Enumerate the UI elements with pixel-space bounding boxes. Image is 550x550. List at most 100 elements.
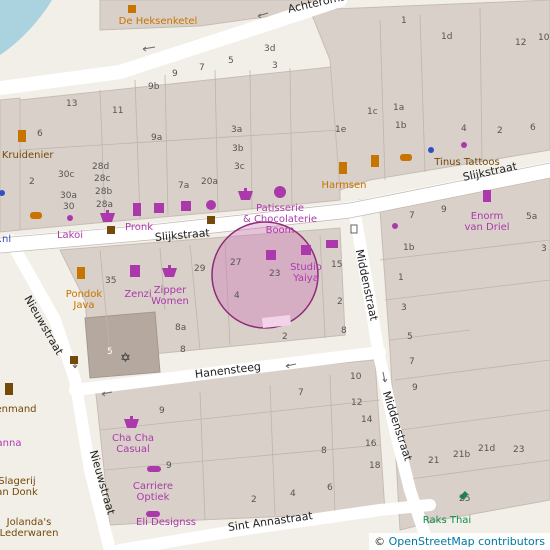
house-number: 28d xyxy=(92,162,110,172)
house-number: 6 xyxy=(530,123,536,133)
star-of-david-icon: ✡ xyxy=(120,351,131,366)
restaurant-icon xyxy=(128,5,136,13)
poi-label-carriere-optiek[interactable]: Carriere Optiek xyxy=(133,481,173,503)
shop-icon-brown xyxy=(5,383,13,395)
house-number: 4 xyxy=(290,489,296,499)
house-number: 30 xyxy=(63,202,75,212)
house-number: 21d xyxy=(478,444,496,454)
poi-label-de-heksenketel[interactable]: De Heksenketel xyxy=(119,16,198,27)
house-number: 3 xyxy=(401,303,407,313)
poi-label-enmand[interactable]: enmand xyxy=(0,404,37,415)
poi-label-harmsen[interactable]: Harmsen xyxy=(321,180,366,191)
poi-label-anna[interactable]: anna xyxy=(0,438,21,449)
parking-icon xyxy=(107,226,115,234)
house-number: 21 xyxy=(428,456,440,466)
house-number: 14 xyxy=(361,415,373,425)
poi-label-eli-designss[interactable]: Eli Designss xyxy=(136,517,196,528)
poi-label-patisserie[interactable]: Patisserie & Chocolaterie Boom xyxy=(243,203,317,236)
restaurant-icon-2 xyxy=(339,162,347,174)
house-number: 9a xyxy=(151,133,163,143)
info-icon xyxy=(428,147,434,153)
house-number: 6 xyxy=(37,129,43,139)
shoes-icon xyxy=(154,203,164,213)
house-number: 11 xyxy=(112,106,124,116)
house-number: 28a xyxy=(96,200,113,210)
poi-label-zipper-women[interactable]: Zipper Women xyxy=(151,285,189,307)
house-number: 5 xyxy=(407,332,413,342)
house-number: 35 xyxy=(105,276,117,286)
house-number: 9b xyxy=(148,82,160,92)
variety-store-icon xyxy=(483,190,491,202)
house-number: 1 xyxy=(401,16,407,26)
house-number: 15 xyxy=(331,260,343,270)
parking-icon-2 xyxy=(207,216,215,224)
house-number: 28b xyxy=(95,187,113,197)
house-number: 1c xyxy=(367,107,378,117)
poi-label-nl[interactable]: .nl xyxy=(0,234,11,245)
house-number: 1b xyxy=(395,121,407,131)
house-number: 3 xyxy=(541,244,547,254)
shoes-icon-2 xyxy=(181,201,191,211)
house-number: 9 xyxy=(159,406,165,416)
poi-label-jolandas[interactable]: Jolanda's Lederwaren xyxy=(0,517,58,539)
poi-label-cha-cha-casual[interactable]: Cha Cha Casual xyxy=(112,433,154,455)
house-number: 6 xyxy=(327,483,333,493)
attribution-link[interactable]: OpenStreetMap contributors xyxy=(389,535,545,548)
poi-label-studio-yaiya[interactable]: Studio Yaiya xyxy=(290,262,322,284)
poi-label-tinus-tattoos[interactable]: Tinus Tattoos xyxy=(434,157,500,168)
house-number: 1d xyxy=(441,32,453,42)
house-number: 9 xyxy=(172,69,178,79)
house-number: 4 xyxy=(461,124,467,134)
confectionery-icon xyxy=(274,186,286,198)
fastfood-icon-2 xyxy=(400,154,412,161)
house-number: 25 xyxy=(459,494,471,504)
house-number: 12 xyxy=(351,398,363,408)
water-area xyxy=(0,0,52,55)
poi-label-zenzi[interactable]: Zenzi xyxy=(124,289,151,300)
house-number: 7 xyxy=(409,357,415,367)
house-number: 5a xyxy=(526,212,538,222)
poi-label-pondok-java[interactable]: Pondok Java xyxy=(66,289,102,311)
poi-label-pronk[interactable]: Pronk xyxy=(125,222,153,233)
shop-icon xyxy=(67,215,73,221)
house-number: 9 xyxy=(412,383,418,393)
poi-label-enorm-van-driel[interactable]: Enorm van Driel xyxy=(464,211,509,233)
synagogue-building xyxy=(84,311,161,379)
restaurant-icon-5 xyxy=(77,267,85,279)
house-number: 8 xyxy=(321,446,327,456)
house-number: 3c xyxy=(234,162,245,172)
house-number: 16 xyxy=(365,439,377,449)
poi-label-slagerij[interactable]: Slagerij an Donk xyxy=(0,476,38,498)
house-number: 13 xyxy=(66,99,78,109)
restaurant-icon-3 xyxy=(371,155,379,167)
house-number: 1a xyxy=(393,103,405,113)
house-number: 8 xyxy=(341,326,347,336)
house-number: 23 xyxy=(513,445,525,455)
house-number: 3 xyxy=(272,61,278,71)
map-view[interactable]: ✡ Achteromstraat Slijkstraat Slijkstraat… xyxy=(0,0,550,550)
house-number: 23 xyxy=(269,269,281,279)
hairdresser-icon xyxy=(206,200,216,210)
poi-label-raks-thai[interactable]: Raks Thai xyxy=(423,515,471,526)
house-number: 7 xyxy=(199,63,205,73)
house-number: 2 xyxy=(337,297,343,307)
house-number: 8 xyxy=(180,345,186,355)
house-number: 30a xyxy=(60,191,77,201)
poi-label-kruidenier[interactable]: e Kruidenier xyxy=(0,150,54,161)
house-number: 3b xyxy=(232,144,244,154)
house-number: 29 xyxy=(194,264,206,274)
house-number: 1 xyxy=(398,273,404,283)
house-number: 5 xyxy=(107,347,113,357)
house-number: 4 xyxy=(234,291,240,301)
poi-label-lakoi[interactable]: Lakoi xyxy=(57,230,83,241)
house-number: 10 xyxy=(538,33,550,43)
gift-icon-2 xyxy=(301,245,311,255)
jewelry-icon xyxy=(133,203,141,216)
house-number: 2 xyxy=(29,177,35,187)
house-number: 2 xyxy=(251,495,257,505)
house-number: 21b xyxy=(453,450,471,460)
house-number: 27 xyxy=(230,258,242,268)
house-number: 3a xyxy=(231,125,243,135)
house-number: 12 xyxy=(515,38,527,48)
fastfood-icon xyxy=(30,212,42,219)
